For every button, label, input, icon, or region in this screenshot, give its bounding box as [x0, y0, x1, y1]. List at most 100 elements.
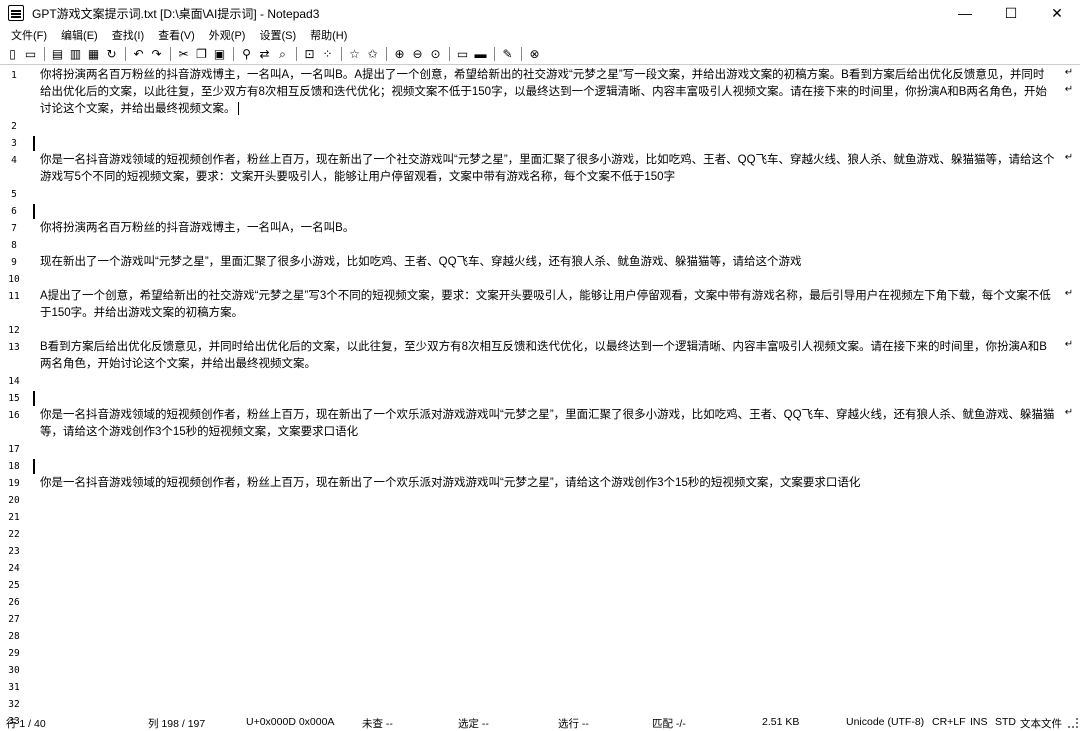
line-number[interactable]: 29: [0, 645, 28, 662]
status-eol[interactable]: CR+LF: [932, 716, 966, 728]
line-number[interactable]: 4: [0, 152, 28, 169]
text-area[interactable]: 你将扮演两名百万粉丝的抖音游戏博主，一名叫A，一名叫B。 A提出了一个创意，希望给…: [40, 65, 1055, 715]
window-title: GPT游戏文案提示词.txt [D:\桌面\AI提示词] - Notepad3: [32, 6, 320, 21]
line-number[interactable]: 2: [0, 118, 28, 135]
line-number[interactable]: 24: [0, 560, 28, 577]
menu-find[interactable]: 查找(I): [105, 27, 151, 43]
text-line[interactable]: A提出了一个创意，希望给新出的社交游戏“元梦之星”写3个不同的短视频文案，要求：…: [40, 288, 1055, 322]
menu-file[interactable]: 文件(F): [4, 27, 54, 43]
pin-icon[interactable]: ✎: [499, 46, 516, 62]
zoom-out-icon[interactable]: ⊖: [409, 46, 426, 62]
redo-icon[interactable]: ↷: [148, 46, 165, 62]
line-number[interactable]: 3: [0, 135, 28, 152]
status-ins[interactable]: INS: [970, 716, 988, 728]
window-icon[interactable]: ▭: [454, 46, 471, 62]
about-icon[interactable]: ⊗: [526, 46, 543, 62]
line-number[interactable]: 12: [0, 322, 28, 339]
line-number[interactable]: 32: [0, 696, 28, 713]
reload-icon[interactable]: ↻: [103, 46, 120, 62]
line-number[interactable]: 11: [0, 288, 28, 305]
line-number[interactable]: 1: [0, 67, 28, 84]
status-find: 未查 --: [362, 718, 393, 730]
menu-appearance[interactable]: 外观(P): [202, 27, 253, 43]
line-number[interactable]: 30: [0, 662, 28, 679]
text-line[interactable]: 你将扮演两名百万粉丝的抖音游戏博主，一名叫A，一名叫B。A提出了一个创意，希望给…: [40, 67, 1055, 118]
line-number[interactable]: 8: [0, 237, 28, 254]
title-bar: GPT游戏文案提示词.txt [D:\桌面\AI提示词] - Notepad3 …: [0, 0, 1080, 26]
favorites-icon[interactable]: ☆: [346, 46, 363, 62]
close-button[interactable]: ✕: [1034, 0, 1080, 26]
word-wrap-icon: ↵: [1064, 152, 1074, 163]
status-line[interactable]: 行 1 / 40: [6, 716, 46, 731]
text-line[interactable]: B看到方案后给出优化反馈意见，并同时给出优化后的文案，以此往复，至少双方有8次相…: [40, 339, 1055, 373]
select-block-icon[interactable]: ⁘: [319, 46, 336, 62]
editor-pane[interactable]: 1 2 3 4 5 6 7 8 9 10 11 12 13 14 15 16 17 18 19 20 21 22 23 24 2…: [0, 64, 1080, 727]
open-folder-icon[interactable]: ▭: [22, 46, 39, 62]
goto-line-icon[interactable]: ⌕: [274, 46, 291, 62]
line-number[interactable]: 14: [0, 373, 28, 390]
text-line[interactable]: 你是一名抖音游戏领域的短视频创作者，粉丝上百万，现在新出了一个欢乐派对游戏游戏叫…: [40, 407, 1055, 441]
toolbar-separator: [494, 47, 495, 61]
toolbar: ▯ ▭ ▤ ▥ ▦ ↻ ↶ ↷ ✂ ❐ ▣ ⚲ ⇄ ⌕ ⊡ ⁘ ☆ ✩ ⊕ ⊖ …: [0, 44, 1080, 64]
empty-line-caret-mark: [33, 391, 35, 406]
line-number[interactable]: 5: [0, 186, 28, 203]
line-number[interactable]: 21: [0, 509, 28, 526]
status-encoding[interactable]: Unicode (UTF-8): [846, 716, 924, 728]
minimize-button[interactable]: —: [942, 0, 988, 26]
schema-icon[interactable]: ▬: [472, 46, 489, 62]
text-line[interactable]: 现在新出了一个游戏叫“元梦之星”，里面汇聚了很多小游戏，比如吃鸡、王者、QQ飞车…: [40, 254, 1055, 271]
print-icon[interactable]: ▦: [85, 46, 102, 62]
undo-icon[interactable]: ↶: [130, 46, 147, 62]
find-icon[interactable]: ⚲: [238, 46, 255, 62]
line-number[interactable]: 22: [0, 526, 28, 543]
toolbar-separator: [449, 47, 450, 61]
line-number[interactable]: 26: [0, 594, 28, 611]
menu-settings[interactable]: 设置(S): [252, 27, 303, 43]
line-number[interactable]: 9: [0, 254, 28, 271]
zoom-reset-icon[interactable]: ⊙: [427, 46, 444, 62]
menu-help[interactable]: 帮助(H): [303, 27, 354, 43]
text-line[interactable]: 你是一名抖音游戏领域的短视频创作者，粉丝上百万，现在新出了一个社交游戏叫“元梦之…: [40, 152, 1055, 186]
status-filetype[interactable]: 文本文件: [1020, 716, 1062, 731]
line-number[interactable]: 19: [0, 475, 28, 492]
toolbar-separator: [386, 47, 387, 61]
window-controls: — ☐ ✕: [942, 0, 1080, 26]
menu-edit[interactable]: 编辑(E): [54, 27, 105, 43]
empty-line-caret-mark: [33, 459, 35, 474]
add-favorite-icon[interactable]: ✩: [364, 46, 381, 62]
toolbar-separator: [44, 47, 45, 61]
line-number[interactable]: 10: [0, 271, 28, 288]
save-icon[interactable]: ▤: [49, 46, 66, 62]
copy-icon[interactable]: ❐: [193, 46, 210, 62]
text-line[interactable]: 你是一名抖音游戏领域的短视频创作者，粉丝上百万，现在新出了一个欢乐派对游戏游戏叫…: [40, 475, 1055, 492]
line-number[interactable]: 13: [0, 339, 28, 356]
line-number[interactable]: 15: [0, 390, 28, 407]
line-number[interactable]: 6: [0, 203, 28, 220]
word-wrap-icon: ↵: [1064, 339, 1074, 350]
zoom-in-icon[interactable]: ⊕: [391, 46, 408, 62]
menu-view[interactable]: 查看(V): [151, 27, 202, 43]
line-number[interactable]: 20: [0, 492, 28, 509]
new-file-icon[interactable]: ▯: [4, 46, 21, 62]
line-number-gutter[interactable]: 1 2 3 4 5 6 7 8 9 10 11 12 13 14 15 16 17 18 19 20 21 22 23 24 2…: [0, 65, 30, 727]
line-number[interactable]: 17: [0, 441, 28, 458]
line-number[interactable]: 7: [0, 220, 28, 237]
line-number[interactable]: 18: [0, 458, 28, 475]
line-number[interactable]: 23: [0, 543, 28, 560]
wrap-icon[interactable]: ⊡: [301, 46, 318, 62]
replace-icon[interactable]: ⇄: [256, 46, 273, 62]
maximize-button[interactable]: ☐: [988, 0, 1034, 26]
line-number[interactable]: 28: [0, 628, 28, 645]
status-std[interactable]: STD: [995, 716, 1016, 728]
line-number[interactable]: 31: [0, 679, 28, 696]
line-number[interactable]: 16: [0, 407, 28, 424]
save-as-icon[interactable]: ▥: [67, 46, 84, 62]
line-number[interactable]: 27: [0, 611, 28, 628]
status-column[interactable]: 列 198 / 197: [148, 716, 205, 731]
notepad-app-icon[interactable]: [8, 5, 24, 21]
line-number[interactable]: 25: [0, 577, 28, 594]
paste-icon[interactable]: ▣: [211, 46, 228, 62]
cut-icon[interactable]: ✂: [175, 46, 192, 62]
text-line[interactable]: 你将扮演两名百万粉丝的抖音游戏博主，一名叫A，一名叫B。: [40, 220, 1055, 237]
resize-grip[interactable]: [1068, 718, 1078, 728]
